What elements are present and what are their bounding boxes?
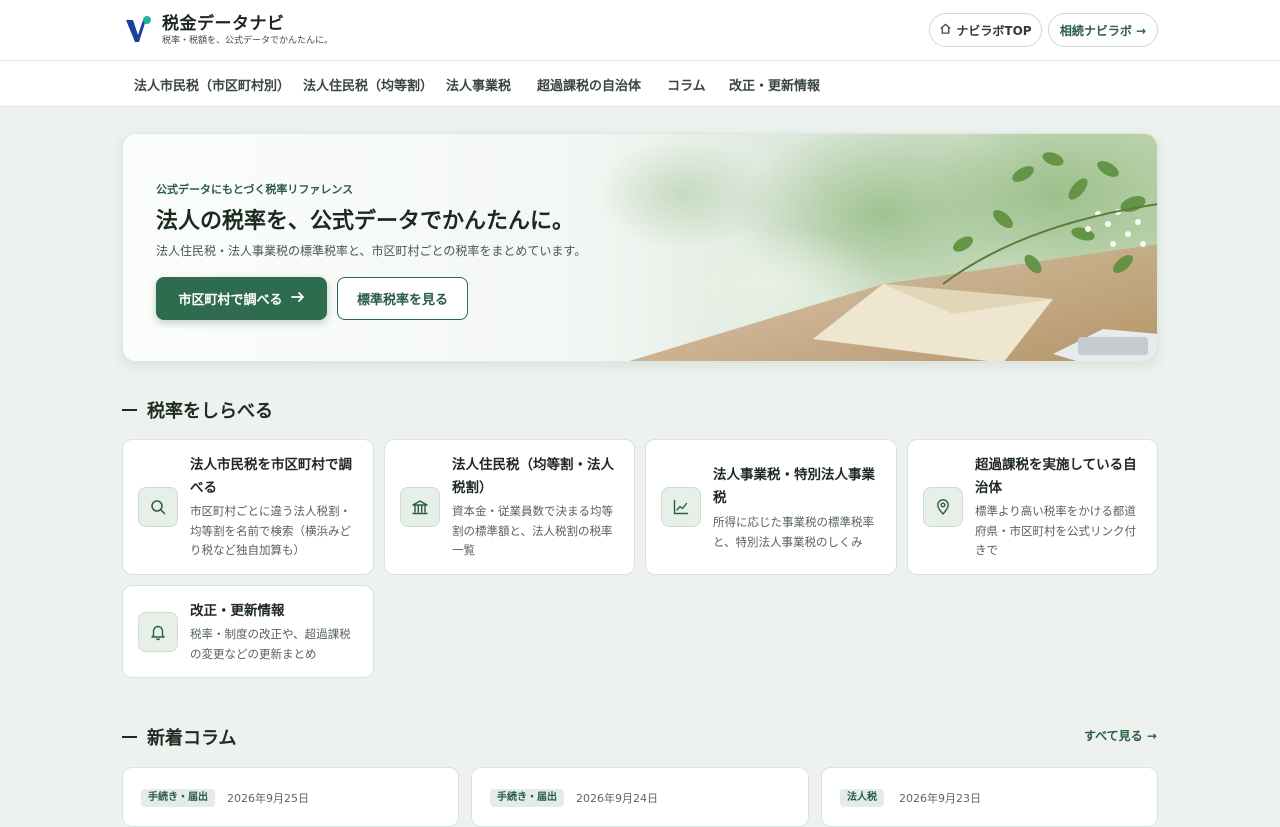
map-pin-icon — [923, 487, 963, 527]
lookup-section-title: 税率をしらべる — [122, 397, 273, 423]
column-card[interactable]: 手続き・届出 2026年9月25日 — [122, 767, 459, 827]
column-tag: 法人税 — [840, 789, 884, 807]
column-tag: 手続き・届出 — [141, 789, 215, 807]
souzoku-navilab-link[interactable]: 相続ナビラボ → — [1048, 13, 1158, 47]
search-by-municipality-label: 市区町村で調べる — [178, 293, 283, 308]
site-header: 税金データナビ 税率・税額を、公式データでかんたんに。 ナビラボTOP 相続ナビ… — [0, 0, 1280, 61]
navilab-top-label: ナビラボTOP — [956, 23, 1032, 38]
site-tagline: 税率・税額を、公式データでかんたんに。 — [162, 36, 334, 46]
hero-subtitle: 法人住民税・法人事業税の標準税率と、市区町村ごとの税率をまとめています。 — [156, 244, 587, 258]
site-logo[interactable]: 税金データナビ 税率・税額を、公式データでかんたんに。 — [124, 14, 333, 47]
column-card[interactable]: 手続き・届出 2026年9月24日 — [471, 767, 809, 827]
see-all-columns-link[interactable]: すべて見る → — [1084, 727, 1157, 744]
search-by-municipality-button[interactable]: 市区町村で調べる — [156, 277, 327, 320]
column-date: 2026年9月24日 — [576, 792, 658, 805]
home-icon — [939, 22, 952, 38]
columns-section-title-text: 新着コラム — [147, 728, 237, 749]
hero-eyebrow: 公式データにもとづく税率リファレンス — [156, 183, 354, 196]
column-date: 2026年9月23日 — [899, 792, 981, 805]
search-icon — [138, 487, 178, 527]
hero-banner: 公式データにもとづく税率リファレンス 法人の税率を、公式データでかんたんに。 法… — [122, 133, 1158, 362]
section-dash — [122, 409, 137, 411]
lookup-section-title-text: 税率をしらべる — [147, 401, 273, 422]
column-date: 2026年9月25日 — [227, 792, 309, 805]
card-title: 法人住民税（均等割・法人税割） — [452, 457, 614, 496]
card-title: 改正・更新情報 — [190, 603, 285, 619]
nav-item-updates[interactable]: 改正・更新情報 — [729, 75, 820, 94]
card-description: 市区町村ごとに違う法人税割・均等割を名前で検索（横浜みどり税など独自加算も） — [190, 504, 351, 557]
card-description: 税率・制度の改正や、超過課税の変更などの更新まとめ — [190, 627, 351, 661]
souzoku-navilab-label: 相続ナビラボ → — [1059, 23, 1147, 38]
card-business-tax[interactable]: 法人事業税・特別法人事業税 所得に応じた事業税の標準税率と、特別法人事業税のしく… — [645, 439, 897, 575]
card-updates[interactable]: 改正・更新情報 税率・制度の改正や、超過課税の変更などの更新まとめ — [122, 585, 374, 678]
card-excess-taxation[interactable]: 超過課税を実施している自治体 標準より高い税率をかける都道府県・市区町村を公式リ… — [907, 439, 1158, 575]
card-description: 資本金・従業員数で決まる均等割の標準額と、法人税割の税率一覧 — [452, 504, 613, 557]
card-description: 標準より高い税率をかける都道府県・市区町村を公式リンク付きで — [975, 504, 1136, 557]
card-title: 法人事業税・特別法人事業税 — [713, 467, 875, 506]
nav-item-business-tax[interactable]: 法人事業税 — [446, 75, 511, 94]
standard-rates-button[interactable]: 標準税率を見る — [337, 277, 468, 320]
site-name: 税金データナビ — [162, 14, 285, 34]
chart-line-icon — [661, 487, 701, 527]
logo-mark-icon — [124, 14, 152, 44]
section-dash — [122, 736, 137, 738]
hero-title: 法人の税率を、公式データでかんたんに。 — [156, 208, 575, 234]
arrow-right-icon — [290, 291, 305, 306]
columns-section-title: 新着コラム — [122, 724, 236, 750]
column-tag: 手続き・届出 — [490, 789, 564, 807]
nav-item-corporate-inhabitant-tax[interactable]: 法人住民税（均等割） — [303, 75, 433, 94]
card-description: 所得に応じた事業税の標準税率と、特別法人事業税のしくみ — [713, 515, 874, 549]
navilab-top-link[interactable]: ナビラボTOP — [929, 13, 1042, 47]
card-title: 超過課税を実施している自治体 — [975, 457, 1137, 496]
main-nav: 法人市民税（市区町村別） 法人住民税（均等割） 法人事業税 超過課税の自治体 コ… — [0, 61, 1280, 107]
card-corporate-city-tax[interactable]: 法人市民税を市区町村で調べる 市区町村ごとに違う法人税割・均等割を名前で検索（横… — [122, 439, 374, 575]
card-title: 法人市民税を市区町村で調べる — [190, 457, 352, 496]
bell-icon — [138, 612, 178, 652]
column-card[interactable]: 法人税 2026年9月23日 — [821, 767, 1158, 827]
building-icon — [400, 487, 440, 527]
nav-item-excess-taxation[interactable]: 超過課税の自治体 — [537, 75, 641, 94]
nav-item-corporate-city-tax[interactable]: 法人市民税（市区町村別） — [134, 75, 290, 94]
nav-item-column[interactable]: コラム — [667, 75, 706, 94]
card-corporate-inhabitant-tax[interactable]: 法人住民税（均等割・法人税割） 資本金・従業員数で決まる均等割の標準額と、法人税… — [384, 439, 635, 575]
